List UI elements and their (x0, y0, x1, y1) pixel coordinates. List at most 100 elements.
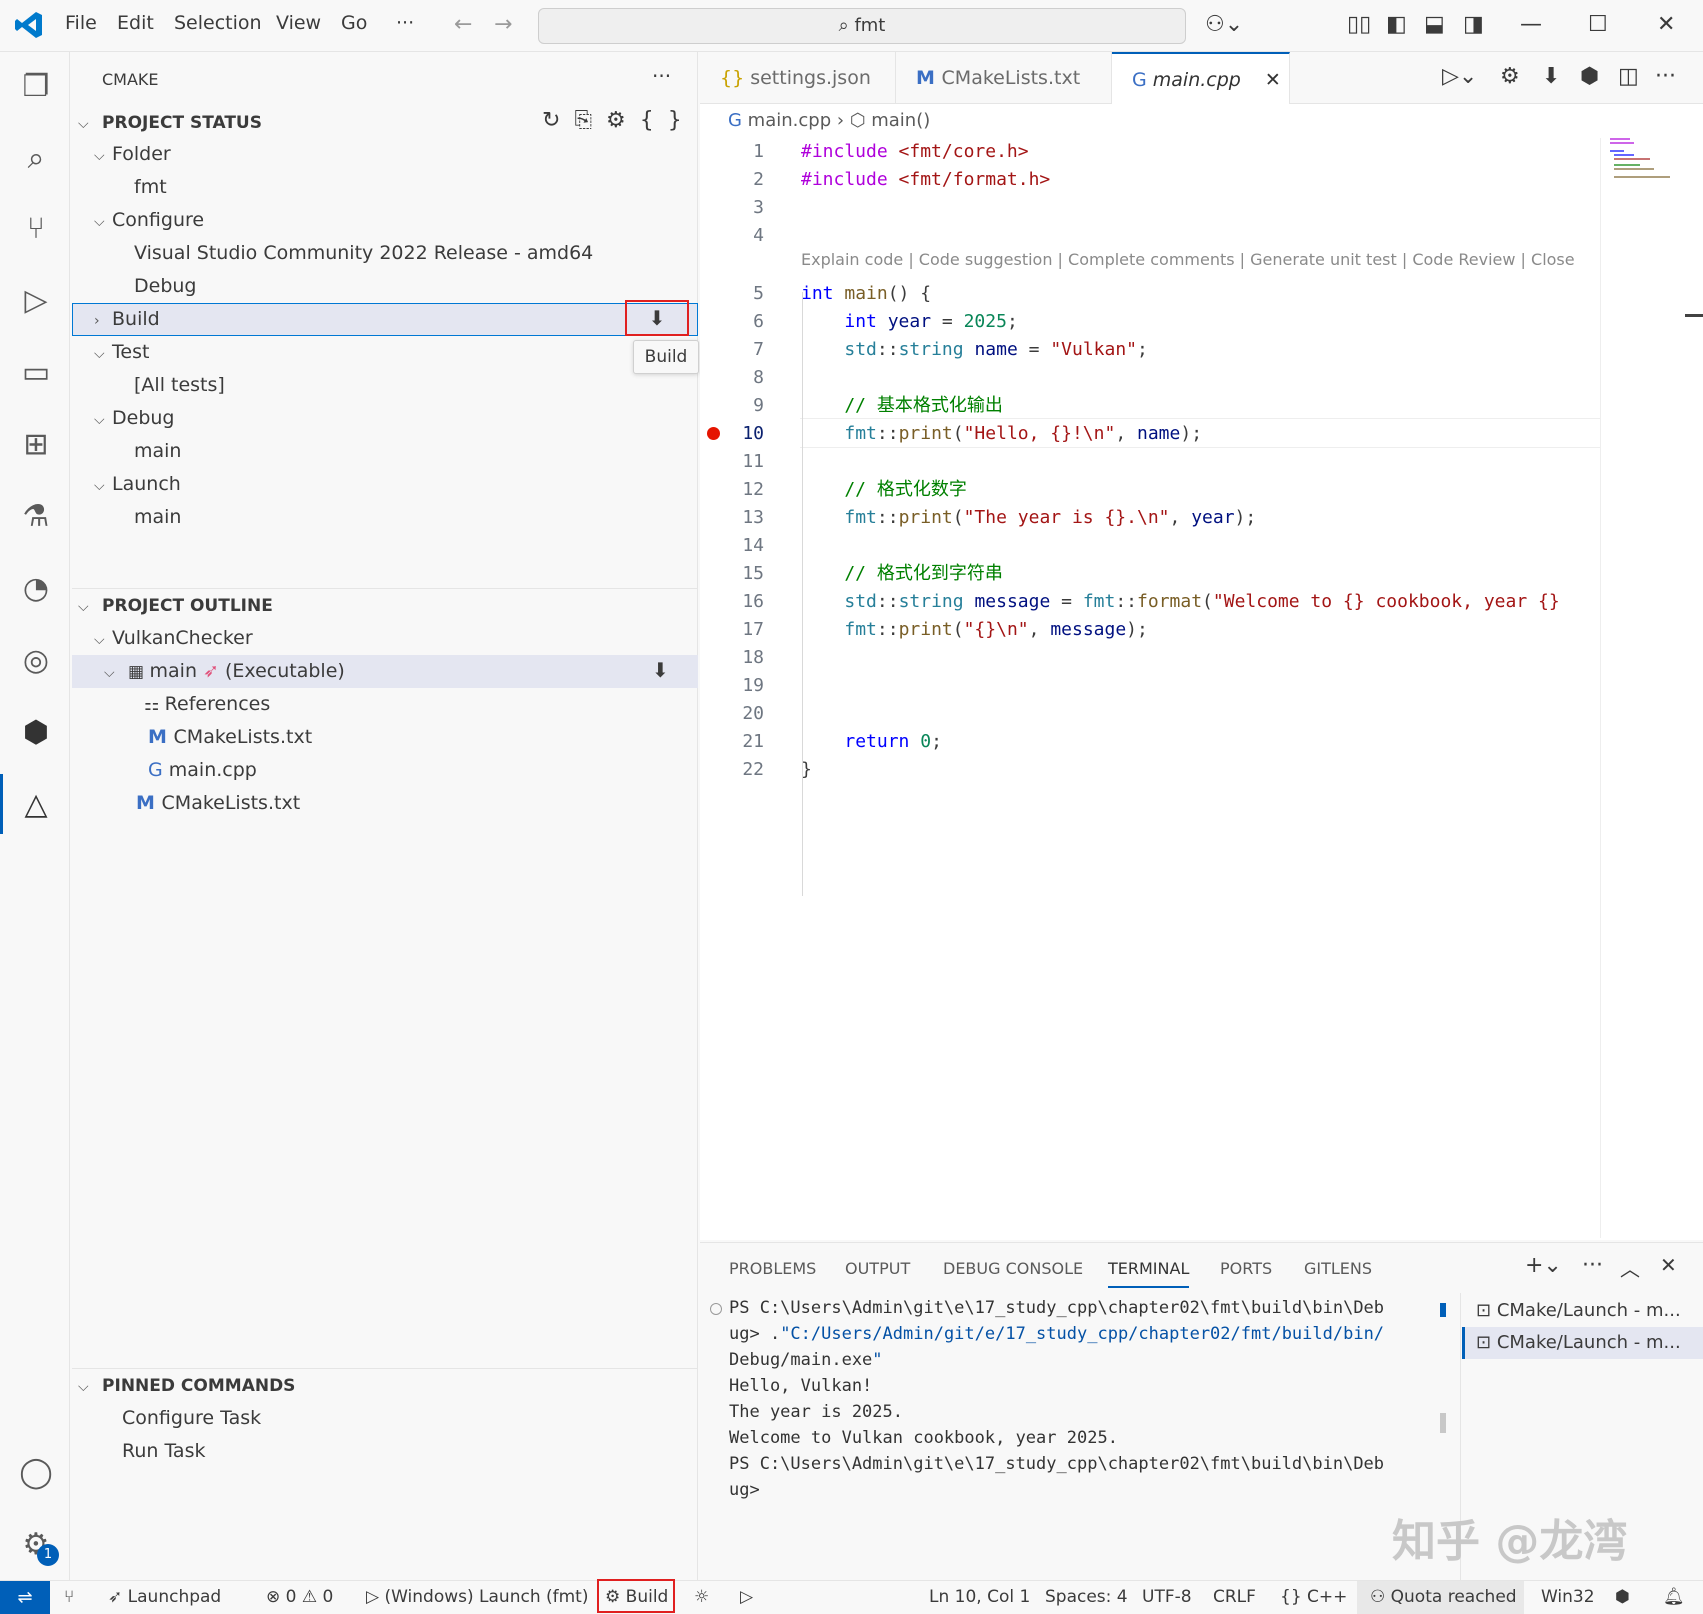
menu-edit[interactable]: Edit (117, 12, 154, 34)
remote-indicator-icon[interactable]: ⇌ (0, 1581, 50, 1614)
new-terminal-icon[interactable]: +⌄ (1525, 1253, 1562, 1278)
split-editor-icon[interactable]: ◫ (1618, 64, 1639, 89)
code-line[interactable]: 13 fmt::print("The year is {}.\n", year)… (700, 504, 1703, 532)
code-line[interactable]: 21 return 0; (700, 728, 1703, 756)
tab-ports[interactable]: PORTS (1220, 1259, 1272, 1278)
terminal-output[interactable]: PS C:\Users\Admin\git\e\17_study_cpp\cha… (700, 1295, 1440, 1525)
debug-value[interactable]: main (134, 435, 760, 467)
breadcrumb-symbol[interactable]: main() (871, 110, 930, 131)
minimap[interactable] (1610, 136, 1680, 196)
outline-item-main-cpp[interactable]: main.cpp (169, 759, 257, 781)
forward-arrow-icon[interactable]: → (494, 12, 512, 37)
code-line[interactable]: 9 // 基本格式化输出 (700, 392, 1703, 420)
gitlens-status-icon[interactable]: ⑂ (64, 1587, 74, 1607)
copilot-extension-status-icon[interactable]: ⬢ (1615, 1587, 1630, 1607)
tab-output[interactable]: OUTPUT (845, 1259, 910, 1278)
test-label[interactable]: Test (112, 341, 149, 363)
refresh-icon[interactable]: ↻ (542, 108, 574, 133)
code-line[interactable]: 2 #include <fmt/format.h> (700, 166, 1703, 194)
code-line[interactable]: 18 (700, 644, 1703, 672)
folder-value[interactable]: fmt (134, 171, 760, 203)
pinned-commands-title[interactable]: PINNED COMMANDS (102, 1376, 295, 1396)
tab-terminal[interactable]: TERMINAL (1108, 1259, 1190, 1288)
code-line[interactable]: 20 (700, 700, 1703, 728)
code-line[interactable]: 4 (700, 222, 1703, 250)
gitlens-icon[interactable]: ◔ (17, 570, 55, 608)
ai-codelens[interactable]: Explain code | Code suggestion | Complet… (801, 250, 1575, 269)
test-value[interactable]: [All tests] (134, 369, 760, 401)
editor-gear-icon[interactable]: ⚙ (1500, 64, 1520, 89)
code-line[interactable]: 15 // 格式化到字符串 (700, 560, 1703, 588)
breakpoint-icon[interactable] (707, 427, 720, 440)
customize-layout-icon[interactable]: ▯▯ (1347, 12, 1371, 37)
configure-preset[interactable]: Visual Studio Community 2022 Release - a… (134, 237, 760, 269)
chevron-down-icon[interactable]: ⌵ (78, 1371, 96, 1403)
code-line[interactable]: 3 (700, 194, 1703, 222)
chevron-down-icon[interactable]: ⌵ (94, 624, 112, 656)
chevron-right-icon[interactable]: › (94, 305, 112, 337)
code-line[interactable]: 19 (700, 672, 1703, 700)
tab-debug-console[interactable]: DEBUG CONSOLE (943, 1259, 1083, 1278)
command-center-search[interactable]: ⌕ fmt (538, 8, 1186, 44)
menu-selection[interactable]: Selection (174, 12, 262, 34)
copilot-editor-icon[interactable]: ⬢ (1580, 64, 1599, 89)
more-actions-icon[interactable]: ··· (652, 64, 671, 88)
run-play-icon[interactable]: ▷ (740, 1587, 753, 1607)
code-line[interactable]: 6 int year = 2025; (700, 308, 1703, 336)
platform[interactable]: Win32 (1541, 1587, 1595, 1607)
code-area[interactable]: 1 #include <fmt/core.h> 2 #include <fmt/for… (700, 138, 1600, 780)
tab-gitlens[interactable]: GITLENS (1304, 1259, 1372, 1278)
code-line[interactable]: 16 std::string message = fmt::format("We… (700, 588, 1703, 616)
terminal-instance-1[interactable]: ⊡ CMake/Launch - m... (1476, 1295, 1703, 1327)
tab-cmakelists[interactable]: M CMakeLists.txt (896, 52, 1112, 104)
settings-gear-icon[interactable]: ⚙ (606, 108, 640, 133)
pinned-configure-task[interactable]: Configure Task (122, 1402, 748, 1434)
launch-label[interactable]: Launch (112, 473, 181, 495)
configure-mode[interactable]: Debug (134, 270, 760, 302)
tab-settings-json[interactable]: {} settings.json (700, 52, 896, 104)
toggle-panel-icon[interactable]: ⬓ (1424, 12, 1445, 37)
editor-more-icon[interactable]: ··· (1655, 64, 1676, 89)
project-name[interactable]: VulkanChecker (112, 627, 253, 649)
folder-label[interactable]: Folder (112, 143, 171, 165)
chevron-down-icon[interactable]: ⌵ (94, 206, 112, 238)
build-status-button[interactable]: ⚙ Build (605, 1587, 668, 1607)
code-line[interactable]: 17 fmt::print("{}\n", message); (700, 616, 1703, 644)
close-tab-icon[interactable]: ✕ (1265, 69, 1281, 91)
target-name[interactable]: main (150, 660, 197, 682)
chevron-down-icon[interactable]: ⌵ (94, 140, 112, 172)
delete-cache-icon[interactable]: ⎘ (574, 108, 606, 133)
breadcrumb-file[interactable]: main.cpp (748, 110, 831, 131)
outline-root-cmakelists[interactable]: CMakeLists.txt (162, 792, 301, 814)
notifications-bell-icon[interactable]: 🔔︎ (1663, 1587, 1685, 1607)
code-line[interactable]: 11 (700, 448, 1703, 476)
outline-item-cmakelists[interactable]: CMakeLists.txt (174, 726, 313, 748)
chevron-down-icon[interactable]: ⌵ (94, 404, 112, 436)
configure-label[interactable]: Configure (112, 209, 204, 231)
code-line[interactable]: 12 // 格式化数字 (700, 476, 1703, 504)
cursor-position[interactable]: Ln 10, Col 1 (929, 1587, 1030, 1607)
outline-item-references[interactable]: References (165, 693, 271, 715)
menu-more[interactable]: ··· (396, 12, 414, 34)
cmake-icon[interactable]: △ (17, 786, 55, 824)
back-arrow-icon[interactable]: ← (454, 12, 472, 37)
code-editor[interactable]: G main.cpp › ⬡ main() 1 #include <fmt/cor… (700, 104, 1703, 1240)
language-mode[interactable]: {} C++ (1280, 1587, 1347, 1607)
chevron-down-icon[interactable]: ⌵ (78, 108, 96, 140)
code-line[interactable]: 7 std::string name = "Vulkan"; (700, 336, 1703, 364)
gitlens-inspect-icon[interactable]: ◎ (17, 642, 55, 680)
terminal-instance-2[interactable]: ⊡ CMake/Launch - m... (1462, 1327, 1703, 1359)
build-icon[interactable]: ⬇ (625, 300, 689, 336)
pinned-run-task[interactable]: Run Task (122, 1435, 748, 1467)
copilot-icon[interactable]: ⚇⌄ (1205, 12, 1243, 37)
maximize-panel-icon[interactable]: ︿ (1620, 1253, 1640, 1282)
tab-main-cpp[interactable]: G main.cpp ✕ (1112, 52, 1290, 104)
close-window-icon[interactable]: ✕ (1657, 12, 1675, 37)
debug-bug-icon[interactable]: ☼ (694, 1587, 709, 1607)
launch-value[interactable]: main (134, 501, 760, 533)
menu-file[interactable]: File (65, 12, 97, 34)
project-outline-title[interactable]: PROJECT OUTLINE (102, 596, 273, 616)
chevron-down-icon[interactable]: ⌵ (104, 657, 122, 689)
toggle-secondary-sidebar-icon[interactable]: ◨ (1463, 12, 1484, 37)
end-of-line[interactable]: CRLF (1213, 1587, 1256, 1607)
